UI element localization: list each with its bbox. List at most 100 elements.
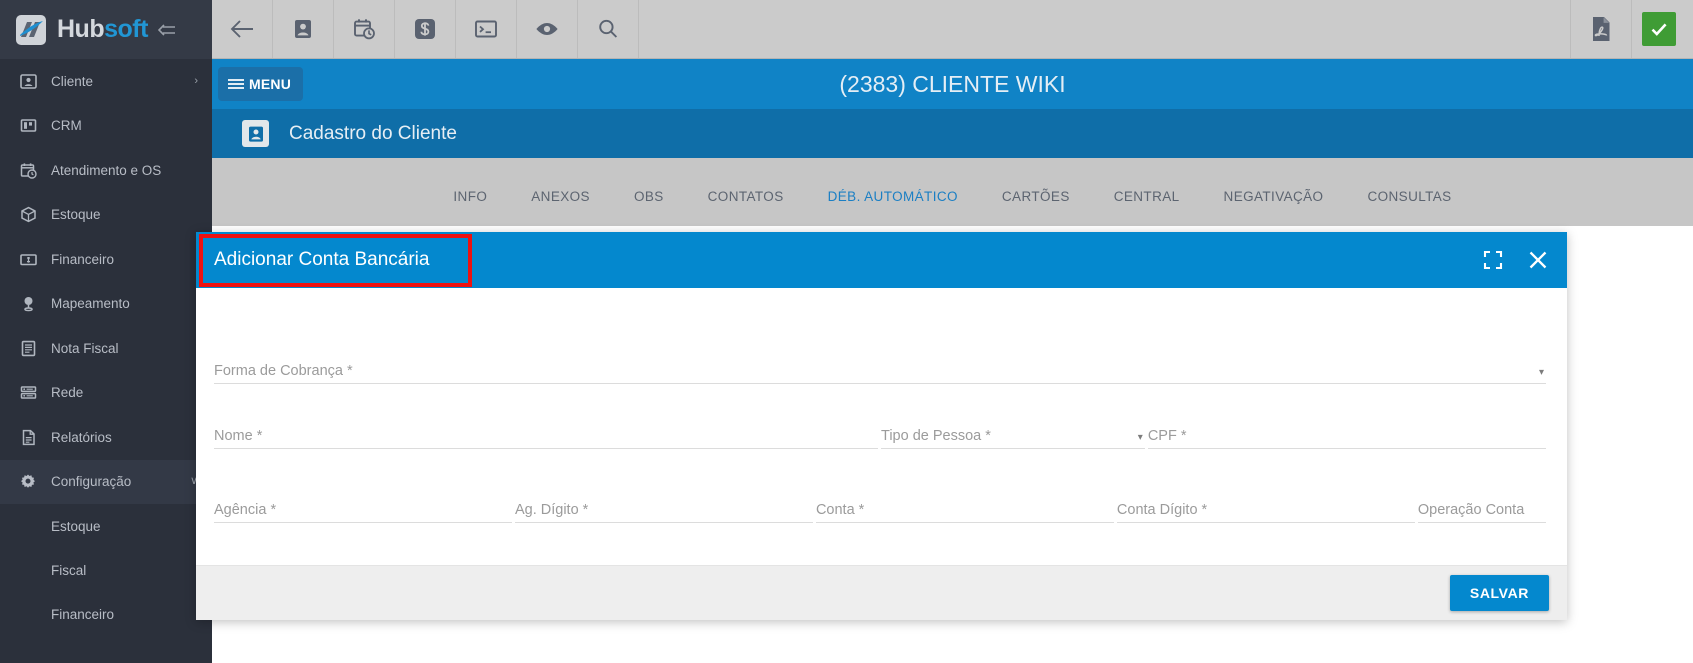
tab-deb-automatico[interactable]: DÉB. AUTOMÁTICO bbox=[806, 189, 980, 204]
sidebar-nav: Cliente › CRM Atendimento e OS Estoque F… bbox=[0, 59, 212, 636]
sidebar-subitem-label: Fiscal bbox=[51, 562, 87, 578]
tipo-pessoa-select[interactable]: Tipo de Pessoa * ▾ bbox=[881, 423, 1145, 449]
fullscreen-expand-icon[interactable] bbox=[1483, 250, 1503, 270]
operacao-conta-input[interactable]: Operação Conta bbox=[1417, 497, 1546, 523]
calendar-clock-icon[interactable] bbox=[334, 0, 395, 58]
document-lines-icon bbox=[17, 337, 39, 359]
sidebar-item-label: Rede bbox=[51, 385, 84, 401]
conta-digito-input[interactable]: Conta Dígito * bbox=[1116, 497, 1415, 523]
calendar-clock-icon bbox=[17, 159, 39, 181]
agencia-input[interactable]: Agência * bbox=[214, 497, 512, 523]
ag-digito-input[interactable]: Ag. Dígito * bbox=[514, 497, 813, 523]
field-label: Forma de Cobrança * bbox=[214, 363, 353, 379]
dialog-header-actions bbox=[1483, 232, 1549, 288]
tab-negativacao[interactable]: NEGATIVAÇÃO bbox=[1202, 189, 1346, 204]
brand-header[interactable]: Hubsoft bbox=[0, 0, 212, 59]
server-rack-icon bbox=[17, 382, 39, 404]
nome-input[interactable]: Nome * bbox=[214, 423, 878, 449]
dialog-header: Adicionar Conta Bancária bbox=[196, 232, 1567, 288]
field-label: Agência * bbox=[214, 502, 277, 518]
sidebar-item-cliente[interactable]: Cliente › bbox=[0, 59, 212, 104]
sub-header: Cadastro do Cliente bbox=[212, 109, 1693, 158]
sidebar: Hubsoft Cliente › CRM Atendimento e OS E… bbox=[0, 0, 212, 663]
tab-bar: INFO ANEXOS OBS CONTATOS DÉB. AUTOMÁTICO… bbox=[212, 158, 1693, 226]
sidebar-item-label: Relatórios bbox=[51, 429, 112, 445]
tab-info[interactable]: INFO bbox=[431, 189, 509, 204]
sidebar-item-label: Configuração bbox=[51, 474, 132, 490]
app-window: Hubsoft Cliente › CRM Atendimento e OS E… bbox=[0, 0, 1693, 663]
form-row-2: Nome * Tipo de Pessoa * ▾ CPF * bbox=[214, 423, 1549, 449]
sidebar-item-estoque[interactable]: Estoque bbox=[0, 193, 212, 238]
dollar-sign-icon[interactable] bbox=[395, 0, 456, 58]
sidebar-item-nota-fiscal[interactable]: Nota Fiscal bbox=[0, 326, 212, 371]
search-icon[interactable] bbox=[578, 0, 639, 58]
logo-swoosh-icon bbox=[20, 20, 43, 37]
dialog-title: Adicionar Conta Bancária bbox=[214, 249, 430, 270]
field-label: Operação Conta bbox=[1417, 502, 1525, 518]
sidebar-item-crm[interactable]: CRM bbox=[0, 104, 212, 149]
field-label: Nome * bbox=[214, 428, 263, 444]
sidebar-item-configuracao[interactable]: Configuração ∨ bbox=[0, 459, 212, 504]
tab-anexos[interactable]: ANEXOS bbox=[509, 189, 612, 204]
sidebar-subitem-financeiro[interactable]: Financeiro bbox=[0, 592, 212, 636]
chevron-down-icon: ▾ bbox=[1538, 367, 1544, 378]
cpf-input[interactable]: CPF * bbox=[1147, 423, 1547, 449]
top-toolbar bbox=[212, 0, 1693, 59]
save-button[interactable]: SALVAR bbox=[1449, 575, 1549, 611]
field-label: CPF * bbox=[1147, 428, 1187, 444]
box-icon bbox=[17, 204, 39, 226]
collapse-sidebar-icon[interactable] bbox=[157, 23, 176, 36]
field-label: Conta * bbox=[815, 502, 865, 518]
menu-button[interactable]: MENU bbox=[218, 67, 304, 101]
sub-header-title: Cadastro do Cliente bbox=[289, 122, 457, 144]
chevron-right-icon: › bbox=[194, 74, 198, 87]
chevron-down-icon: ▾ bbox=[1137, 432, 1143, 443]
tab-obs[interactable]: OBS bbox=[612, 189, 686, 204]
sidebar-subitem-label: Estoque bbox=[51, 518, 101, 534]
sidebar-subitem-estoque[interactable]: Estoque bbox=[0, 504, 212, 548]
dialog-body: Forma de Cobrança * ▾ Nome * Tipo de Pes… bbox=[196, 288, 1567, 565]
page-header: MENU (2383) CLIENTE WIKI bbox=[212, 59, 1693, 109]
sidebar-item-rede[interactable]: Rede bbox=[0, 371, 212, 416]
hamburger-menu-icon bbox=[227, 77, 245, 91]
form-row-3: Agência * Ag. Dígito * Conta * Conta Díg… bbox=[214, 497, 1549, 523]
green-check-icon[interactable] bbox=[1642, 12, 1676, 46]
sidebar-item-relatorios[interactable]: Relatórios bbox=[0, 415, 212, 460]
status-check-area bbox=[1632, 0, 1693, 58]
report-file-icon bbox=[17, 426, 39, 448]
tab-central[interactable]: CENTRAL bbox=[1092, 189, 1202, 204]
terminal-console-icon[interactable] bbox=[456, 0, 517, 58]
back-arrow-icon[interactable] bbox=[212, 0, 273, 58]
page-title: (2383) CLIENTE WIKI bbox=[839, 70, 1066, 97]
dialog-footer: SALVAR bbox=[196, 565, 1567, 620]
hubsoft-logo-icon bbox=[16, 14, 46, 45]
pdf-file-icon[interactable] bbox=[1571, 0, 1632, 58]
eye-icon[interactable] bbox=[517, 0, 578, 58]
sidebar-subitem-fiscal[interactable]: Fiscal bbox=[0, 548, 212, 592]
add-bank-account-dialog: Adicionar Conta Bancária Forma de Cobran… bbox=[196, 232, 1567, 620]
tab-contatos[interactable]: CONTATOS bbox=[686, 189, 806, 204]
sidebar-item-label: Mapeamento bbox=[51, 296, 130, 312]
conta-input[interactable]: Conta * bbox=[815, 497, 1114, 523]
sidebar-item-financeiro[interactable]: Financeiro bbox=[0, 237, 212, 282]
field-label: Tipo de Pessoa * bbox=[881, 428, 991, 444]
sidebar-item-label: Financeiro bbox=[51, 251, 115, 267]
forma-cobranca-select[interactable]: Forma de Cobrança * ▾ bbox=[214, 358, 1546, 384]
contact-card-icon bbox=[242, 120, 269, 147]
sidebar-item-label: Cliente bbox=[51, 73, 94, 89]
tab-cartoes[interactable]: CARTÕES bbox=[980, 189, 1092, 204]
sidebar-item-label: Nota Fiscal bbox=[51, 340, 119, 356]
sidebar-item-label: Atendimento e OS bbox=[51, 162, 162, 178]
sidebar-item-atendimento-os[interactable]: Atendimento e OS bbox=[0, 148, 212, 193]
sidebar-item-label: Estoque bbox=[51, 207, 101, 223]
tab-consultas[interactable]: CONSULTAS bbox=[1345, 189, 1473, 204]
money-bill-icon bbox=[17, 248, 39, 270]
form-row-1: Forma de Cobrança * ▾ bbox=[214, 358, 1549, 384]
gear-icon bbox=[17, 471, 39, 493]
contact-card-icon[interactable] bbox=[273, 0, 334, 58]
sidebar-item-mapeamento[interactable]: Mapeamento bbox=[0, 282, 212, 327]
field-label: Ag. Dígito * bbox=[514, 502, 589, 518]
sidebar-item-label: CRM bbox=[51, 118, 82, 134]
close-icon[interactable] bbox=[1527, 249, 1549, 271]
kanban-board-icon bbox=[17, 115, 39, 137]
